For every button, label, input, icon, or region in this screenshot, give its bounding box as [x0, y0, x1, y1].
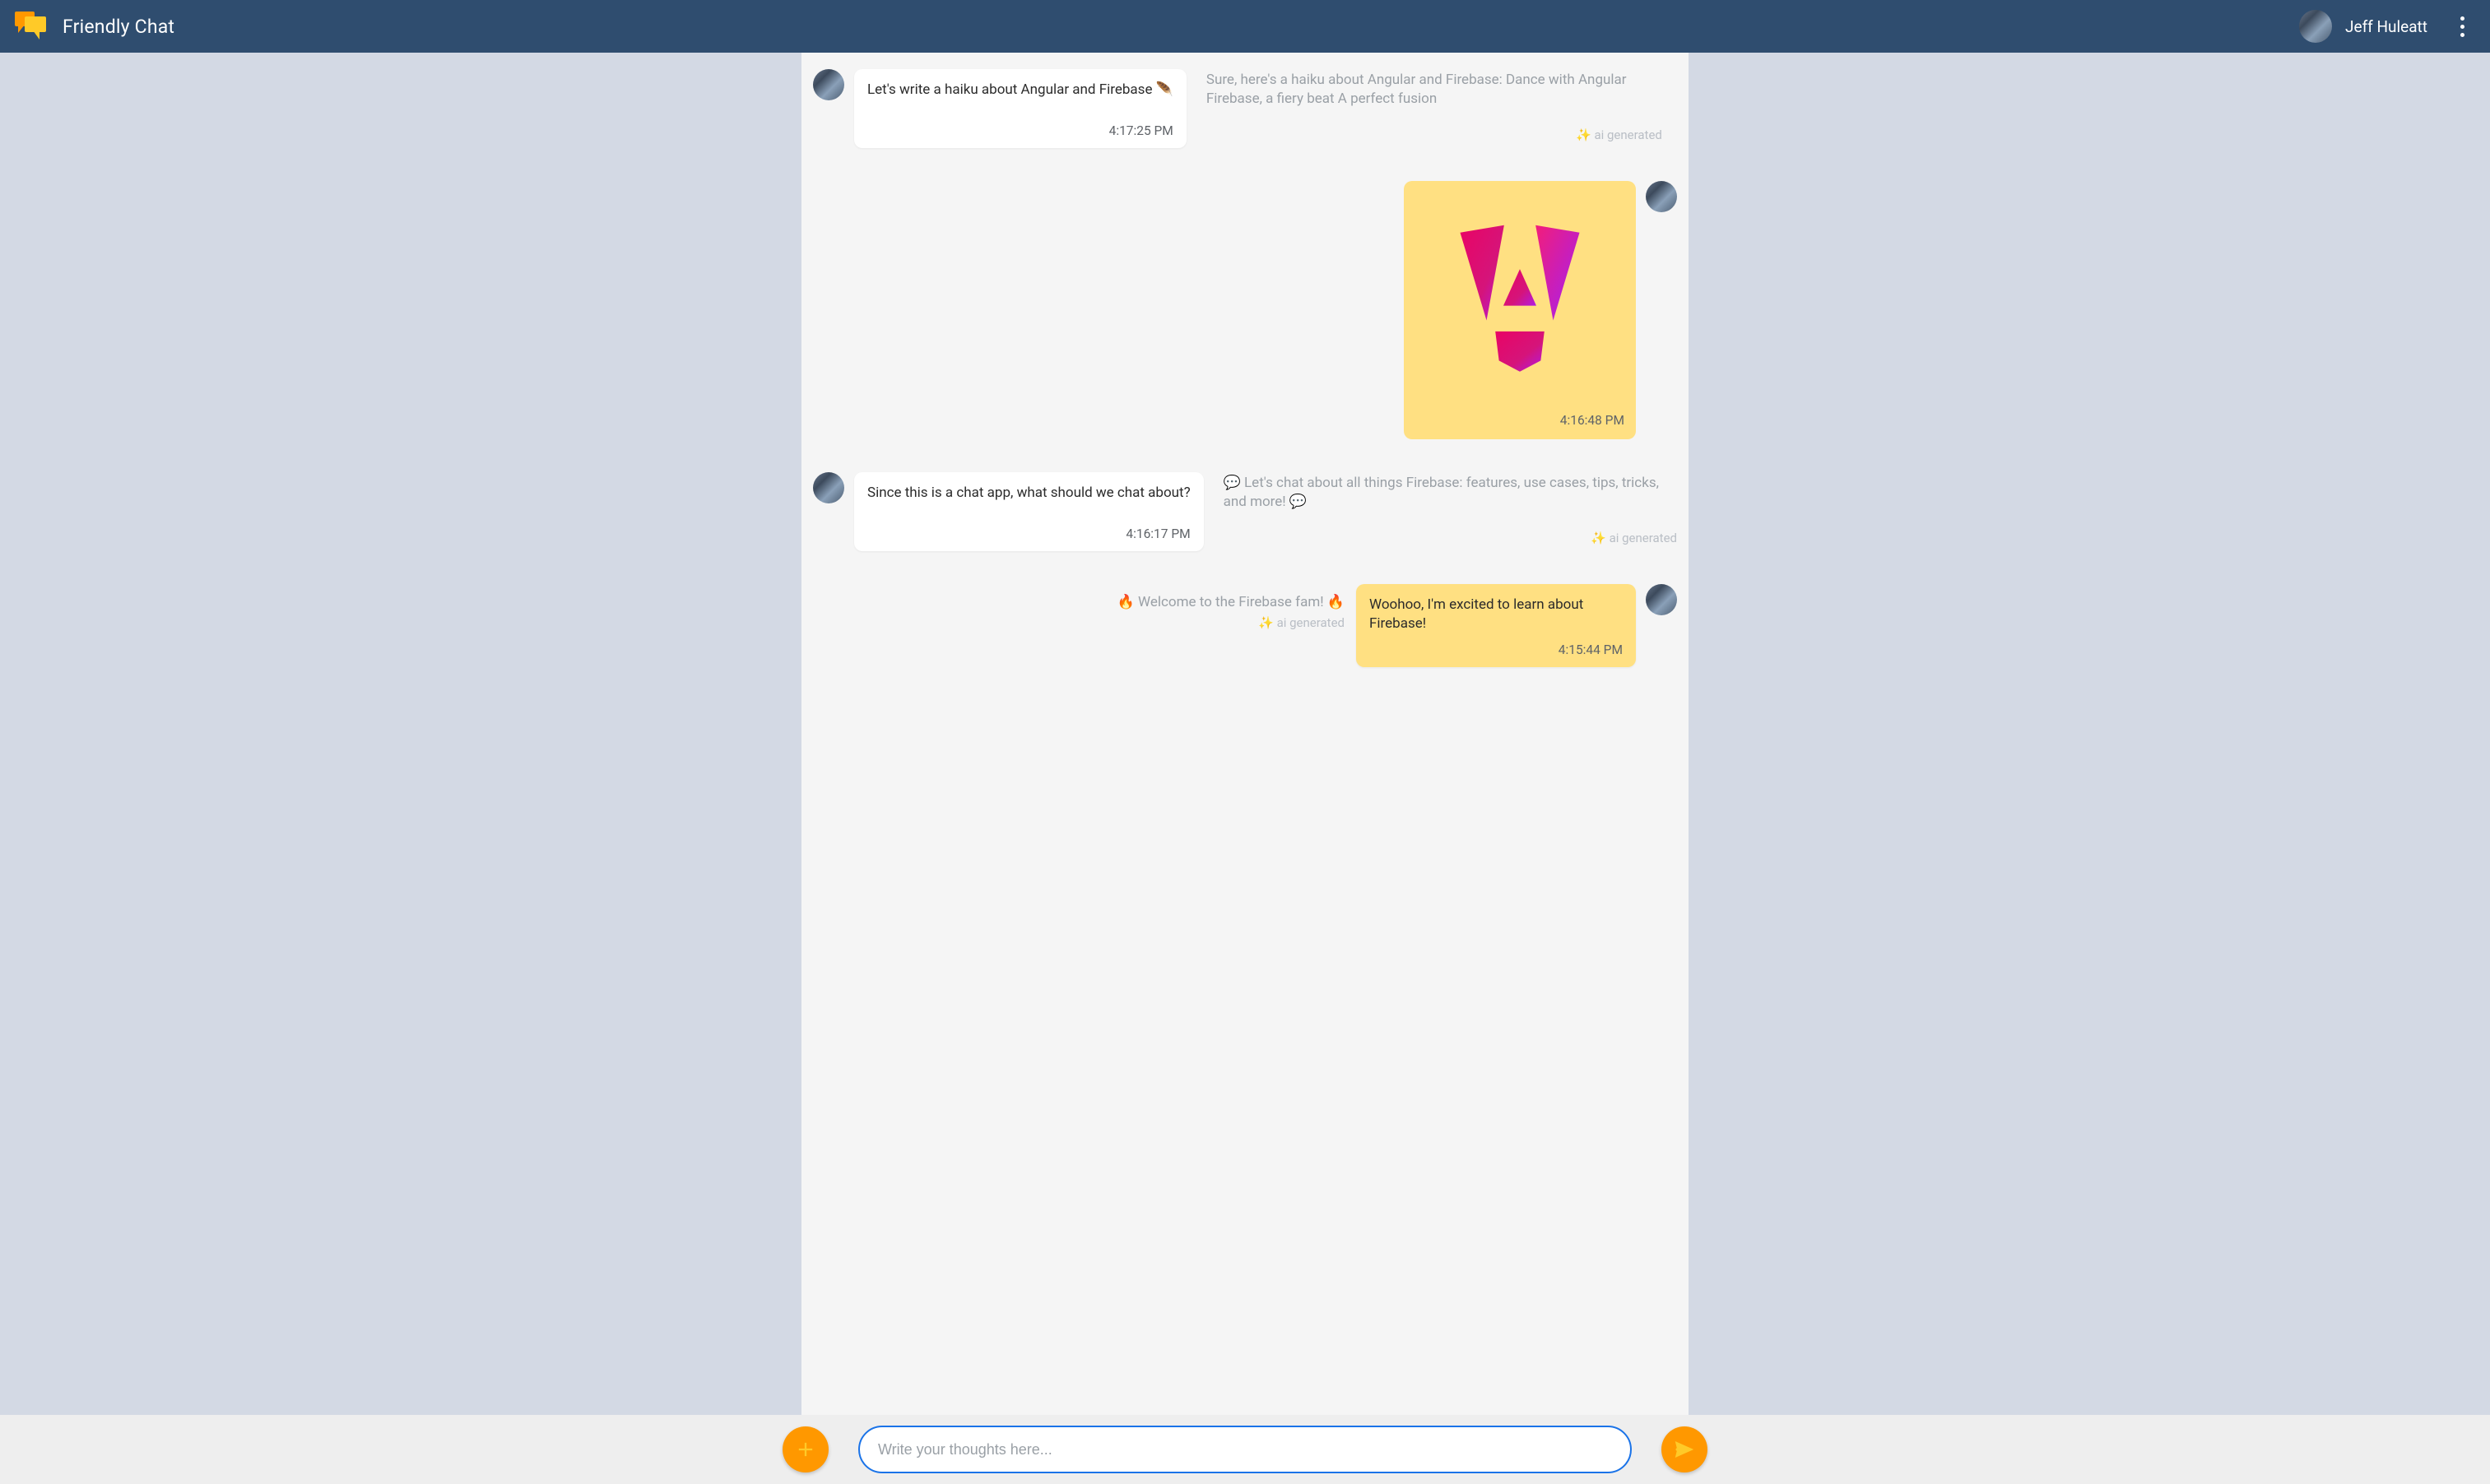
message-text: Since this is a chat app, what should we… — [867, 484, 1191, 503]
add-attachment-button[interactable] — [783, 1426, 829, 1472]
user-avatar[interactable] — [2299, 10, 2332, 43]
ai-response: 💬 Let's chat about all things Firebase: … — [1219, 472, 1677, 546]
ai-greeting: 🔥 Welcome to the Firebase fam! 🔥 ✨ ai ge… — [813, 584, 1345, 630]
ai-greeting-text: 🔥 Welcome to the Firebase fam! 🔥 — [813, 594, 1345, 610]
sender-avatar — [813, 472, 844, 503]
angular-logo-image — [1404, 181, 1636, 413]
app-logo-icon — [12, 7, 51, 46]
ai-response-text: Sure, here's a haiku about Angular and F… — [1206, 71, 1662, 109]
message-timestamp: 4:15:44 PM — [1369, 642, 1623, 659]
logo-block: Friendly Chat — [12, 7, 174, 46]
message-bubble: Woohoo, I'm excited to learn about Fireb… — [1356, 584, 1636, 667]
user-block[interactable]: Jeff Huleatt — [2299, 10, 2474, 43]
message-bubble: Let's write a haiku about Angular and Fi… — [854, 69, 1187, 148]
kebab-menu-icon[interactable] — [2451, 10, 2474, 43]
ai-generated-tag: ✨ ai generated — [813, 615, 1345, 630]
app-header: Friendly Chat Jeff Huleatt — [0, 0, 2490, 53]
ai-generated-tag: ✨ ai generated — [1206, 127, 1662, 143]
sender-avatar — [1646, 181, 1677, 212]
message-row: Let's write a haiku about Angular and Fi… — [813, 69, 1677, 148]
message-timestamp: 4:17:25 PM — [867, 123, 1173, 140]
message-text: Let's write a haiku about Angular and Fi… — [867, 81, 1173, 100]
send-button[interactable] — [1661, 1426, 1707, 1472]
chat-column: Let's write a haiku about Angular and Fi… — [801, 53, 1689, 1415]
message-bubble: Since this is a chat app, what should we… — [854, 472, 1204, 551]
ai-response: Sure, here's a haiku about Angular and F… — [1201, 69, 1662, 143]
message-row: Since this is a chat app, what should we… — [813, 472, 1677, 551]
message-timestamp: 4:16:17 PM — [867, 526, 1191, 543]
sender-avatar — [813, 69, 844, 100]
ai-generated-tag: ✨ ai generated — [1224, 530, 1677, 546]
sender-avatar — [1646, 584, 1677, 615]
message-input[interactable] — [858, 1426, 1632, 1473]
image-message-bubble: 4:16:48 PM — [1404, 181, 1636, 439]
message-row: 4:16:48 PM — [813, 181, 1677, 439]
user-name: Jeff Huleatt — [2345, 17, 2427, 36]
message-row: 🔥 Welcome to the Firebase fam! 🔥 ✨ ai ge… — [813, 584, 1677, 667]
app-title: Friendly Chat — [63, 16, 174, 38]
composer-bar — [0, 1415, 2490, 1484]
main-area: Let's write a haiku about Angular and Fi… — [0, 53, 2490, 1415]
message-timestamp: 4:16:48 PM — [1560, 413, 1636, 439]
message-text: Woohoo, I'm excited to learn about Fireb… — [1369, 596, 1623, 633]
ai-response-text: 💬 Let's chat about all things Firebase: … — [1224, 474, 1677, 512]
